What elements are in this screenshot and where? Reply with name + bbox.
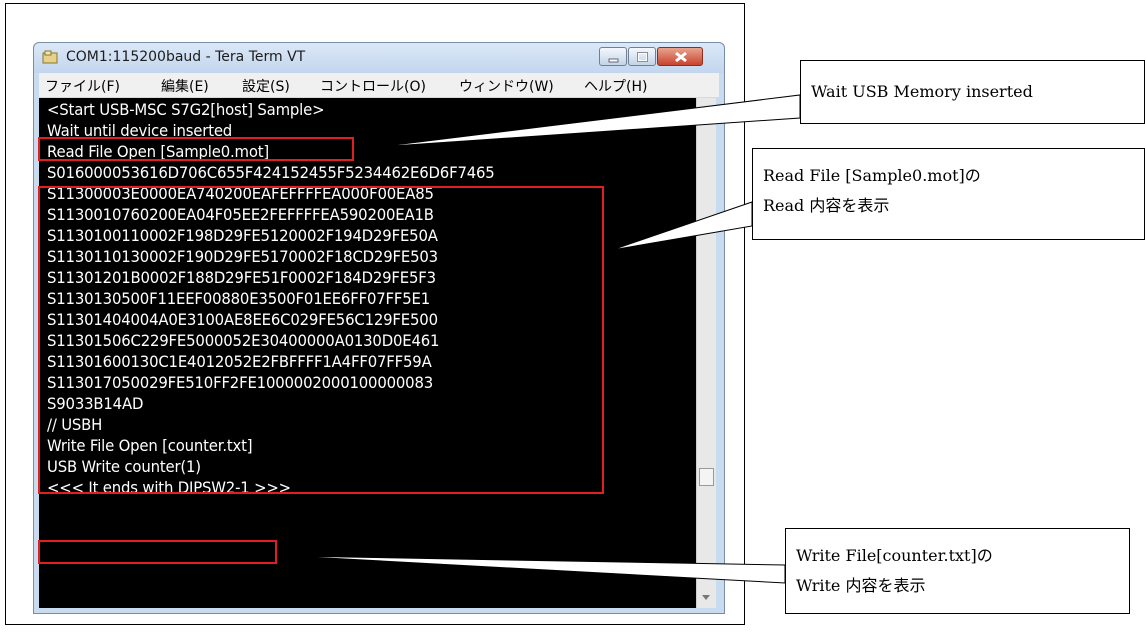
callout-usb-wait-text: Wait USB Memory inserted — [811, 82, 1033, 101]
callout-read-line2: Read 内容を表示 — [763, 196, 890, 215]
pointer-write — [289, 555, 786, 584]
callout-write-file: Write File[counter.txt]の Write 内容を表示 — [785, 528, 1130, 614]
callout-write-line2: Write 内容を表示 — [796, 576, 926, 595]
callout-read-line1: Read File [Sample0.mot]の — [763, 166, 981, 185]
callout-read-file: Read File [Sample0.mot]の Read 内容を表示 — [752, 148, 1145, 240]
callout-write-line1: Write File[counter.txt]の — [796, 546, 993, 565]
callout-usb-wait: Wait USB Memory inserted — [800, 60, 1145, 124]
pointer-wait — [377, 94, 801, 148]
pointer-read — [611, 201, 753, 251]
